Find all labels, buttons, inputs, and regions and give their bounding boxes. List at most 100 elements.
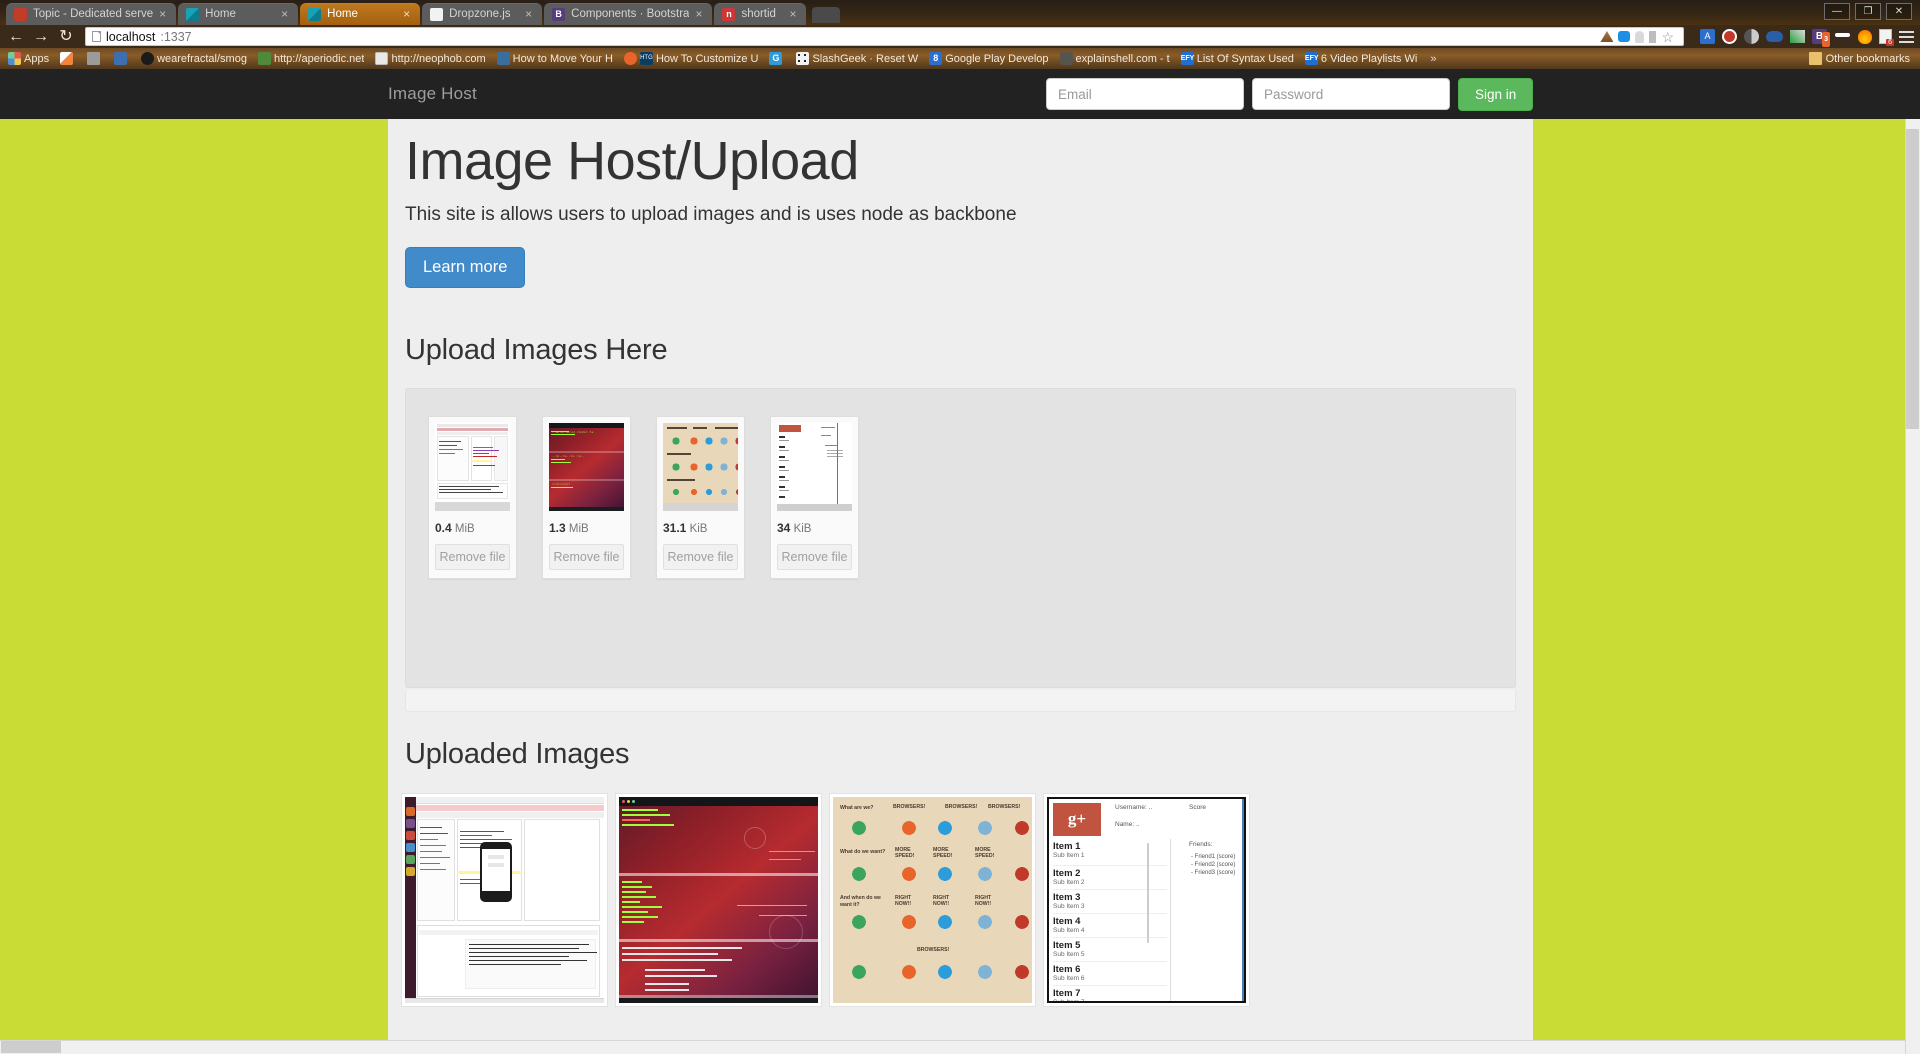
remove-file-button[interactable]: Remove file — [663, 543, 738, 570]
mask-icon[interactable] — [1834, 31, 1851, 42]
list-item[interactable]: Item 3 Sub Item 3 — [1053, 888, 1167, 910]
file-size-value: 34 — [777, 520, 791, 535]
scrollbar-thumb[interactable] — [1906, 129, 1919, 429]
lightbulb-icon[interactable] — [1635, 30, 1645, 43]
list-item[interactable]: Item 4 Sub Item 4 — [1053, 912, 1167, 934]
bookmark-item[interactable]: http://neophob.com — [371, 51, 489, 66]
close-icon[interactable]: × — [789, 8, 800, 20]
password-field[interactable] — [1252, 78, 1450, 110]
pen-icon[interactable] — [1790, 30, 1805, 43]
browser-tab[interactable]: n shortid × — [714, 3, 807, 25]
site-brand[interactable]: Image Host — [388, 84, 477, 104]
browser-tab[interactable]: Topic - Dedicated serve × — [6, 3, 177, 25]
translate-icon[interactable]: A — [1700, 29, 1715, 44]
bookmark-item[interactable]: EFY 6 Video Playlists Wi — [1301, 51, 1421, 66]
bookmark-item[interactable]: SlashGeek · Reset W — [792, 51, 922, 66]
ask-icon — [623, 52, 637, 65]
learn-more-button[interactable]: Learn more — [405, 246, 526, 288]
gallery-item[interactable] — [615, 792, 822, 1007]
bookmark-item[interactable]: G — [765, 51, 789, 66]
upload-section-heading: Upload Images Here — [405, 333, 668, 366]
adblock-icon[interactable] — [1722, 29, 1737, 44]
bookmark-item[interactable]: HTG How To Customize U — [620, 51, 763, 66]
bookmark-label: List Of Syntax Used — [1196, 52, 1294, 65]
vertical-scrollbar[interactable] — [1905, 69, 1920, 1054]
bookmark-apps[interactable]: Apps — [4, 51, 53, 66]
list-item[interactable]: Item 7 Sub Item 7 — [1053, 984, 1167, 1001]
close-icon[interactable]: × — [159, 8, 170, 20]
contrast-icon[interactable] — [1744, 29, 1759, 44]
list-item-title: Item 1 — [1053, 840, 1081, 852]
file-size: 0.4 MiB — [435, 521, 510, 535]
reload-icon[interactable]: ↻ — [56, 28, 76, 45]
bookmark-label: http://neophob.com — [391, 52, 486, 65]
close-icon[interactable]: × — [525, 8, 536, 20]
browser-tab-active[interactable]: Home × — [300, 3, 421, 25]
bookmark-item[interactable]: explainshell.com - t — [1056, 51, 1174, 66]
address-bar[interactable]: localhost:1337 ☆ — [85, 27, 1684, 46]
close-icon[interactable]: × — [403, 8, 414, 20]
other-bookmarks-folder[interactable]: Other bookmarks — [1808, 52, 1916, 65]
url-host: localhost — [106, 29, 156, 44]
browser-tab[interactable]: B Components · Bootstra × — [544, 3, 713, 25]
meme-answer: RIGHT NOW!! — [933, 894, 950, 907]
bookmark-item[interactable]: EFY List Of Syntax Used — [1177, 51, 1298, 66]
list-item[interactable]: Item 1 Sub Item 1 — [1053, 841, 1167, 859]
list-item-sub: Sub Item 5 — [1053, 950, 1085, 958]
list-item[interactable]: Item 5 Sub Item 5 — [1053, 936, 1167, 958]
bookmark-label: SlashGeek · Reset W — [812, 52, 919, 65]
bug-icon[interactable] — [1618, 31, 1631, 42]
bookmark-item[interactable] — [110, 51, 134, 66]
bookmark-item[interactable]: wearefractal/smog — [137, 51, 251, 66]
apps-icon — [8, 52, 21, 65]
new-tab-button[interactable] — [812, 7, 841, 23]
document-icon — [375, 52, 389, 65]
friend-entry: - Friend1 (score) — [1191, 853, 1236, 860]
signin-button[interactable]: Sign in — [1458, 77, 1534, 111]
maximize-icon[interactable]: ❐ — [1855, 3, 1881, 20]
bookmarks-overflow-icon[interactable]: » — [1424, 53, 1442, 65]
arrow-icon — [114, 52, 128, 65]
remove-file-button[interactable]: Remove file — [549, 543, 624, 570]
bookmark-item[interactable]: How to Move Your H — [493, 51, 617, 66]
page-container: Image Host/Upload This site is allows us… — [388, 69, 1533, 1054]
bootstrap-badge-icon[interactable]: B3 — [1812, 29, 1830, 47]
email-field[interactable] — [1046, 78, 1244, 110]
remove-file-button[interactable]: Remove file — [435, 543, 510, 570]
page-info-icon[interactable] — [92, 31, 101, 42]
bookmark-label: Apps — [24, 52, 50, 65]
scrollbar[interactable] — [1147, 842, 1149, 943]
minimize-icon[interactable]: — — [1824, 3, 1850, 20]
pyramid-icon[interactable] — [1600, 31, 1614, 42]
close-icon[interactable]: × — [281, 8, 292, 20]
star-icon[interactable]: ☆ — [1661, 30, 1674, 44]
back-icon[interactable]: ← — [6, 28, 26, 45]
dropzone[interactable]: 0.4 MiB Remove file > ok\n> ok\n> run\n>… — [405, 387, 1516, 688]
close-window-icon[interactable]: ✕ — [1886, 3, 1912, 20]
gallery-item[interactable] — [401, 792, 608, 1007]
cloud-icon[interactable] — [1766, 31, 1783, 42]
bookmark-item[interactable] — [56, 51, 80, 66]
close-icon[interactable]: × — [695, 8, 706, 20]
scrollbar-thumb[interactable] — [1, 1041, 61, 1053]
bookmark-item[interactable]: 8 Google Play Develop — [925, 51, 1052, 66]
tab-title: Components · Bootstra — [571, 8, 690, 20]
hero-subtitle: This site is allows users to upload imag… — [405, 203, 1017, 225]
flame-icon[interactable] — [1858, 29, 1872, 44]
list-item-title: Item 5 — [1053, 939, 1081, 951]
browser-tab[interactable]: Home × — [178, 3, 299, 25]
key-icon[interactable] — [1649, 30, 1657, 43]
bookmark-item[interactable]: http://aperiodic.net — [254, 51, 369, 66]
remove-file-button[interactable]: Remove file — [777, 543, 852, 570]
list-item[interactable]: Item 6 Sub Item 6 — [1053, 960, 1167, 982]
bookmark-item[interactable] — [83, 51, 107, 66]
browser-tab[interactable]: Dropzone.js × — [422, 3, 543, 25]
gallery-item[interactable]: g+ Username: .. Score Name: .. Friends: … — [1043, 792, 1250, 1007]
list-item[interactable]: Item 2 Sub Item 2 — [1053, 864, 1167, 886]
dropzone-file-preview: > ok\n> ok\n> run\n> ls ..\n..\n..\n..\n… — [542, 415, 631, 579]
horizontal-scrollbar[interactable] — [0, 1040, 1905, 1054]
forward-icon[interactable]: → — [31, 28, 51, 45]
gallery-item[interactable]: What are we? BROWSERS! BROWSERS! BROWSER… — [829, 792, 1036, 1007]
page-badge-icon[interactable]: 6 — [1879, 29, 1894, 46]
menu-icon[interactable] — [1899, 30, 1914, 43]
